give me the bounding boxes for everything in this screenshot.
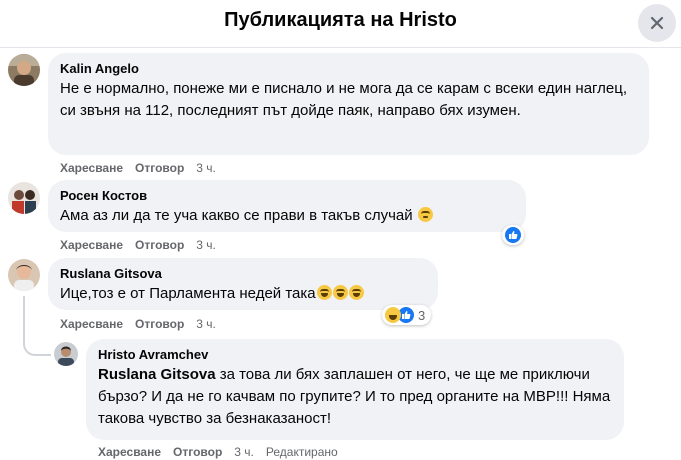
laughing-face-icon (316, 285, 332, 300)
reaction-summary[interactable] (502, 225, 524, 245)
comment-bubble: Hristo Avramchev Ruslana Gitsova за това… (86, 339, 624, 440)
reply-action[interactable]: Отговор (135, 317, 184, 331)
like-reaction-icon (505, 227, 521, 243)
comment-author[interactable]: Hristo Avramchev (98, 347, 612, 363)
comment-text: Не е нормално, понеже ми е писнало и не … (60, 80, 628, 119)
reply-action[interactable]: Отговор (135, 161, 184, 175)
comment-actions: Харесване Отговор 3 ч. Редактирано (98, 445, 338, 459)
comment-text-content: Ама аз ли да те уча какво се прави в так… (60, 207, 413, 224)
comment-time[interactable]: 3 ч. (234, 445, 254, 459)
comment-bubble: Росен Костов Ама аз ли да те уча какво с… (48, 180, 526, 232)
comment-author[interactable]: Росен Костов (60, 188, 514, 204)
reply-action[interactable]: Отговор (135, 238, 184, 252)
comment-time[interactable]: 3 ч. (196, 161, 216, 175)
comment-actions: Харесване Отговор 3 ч. (60, 161, 216, 175)
comment-text: Ruslana Gitsova за това ли бях заплашен … (98, 364, 612, 430)
comment-time[interactable]: 3 ч. (196, 238, 216, 252)
comment-text: Ама аз ли да те уча какво се прави в так… (60, 205, 514, 227)
avatar[interactable] (8, 259, 40, 291)
reply-thread-line (23, 296, 51, 356)
close-icon (650, 16, 664, 30)
reaction-summary[interactable]: 3 (382, 305, 432, 325)
like-action[interactable]: Харесване (60, 161, 123, 175)
edited-label[interactable]: Редактирано (266, 445, 338, 459)
avatar[interactable] (8, 54, 40, 86)
avatar[interactable] (8, 182, 40, 214)
avatar[interactable] (54, 342, 78, 366)
comment-actions: Харесване Отговор 3 ч. (60, 317, 216, 331)
comment-bubble: Kalin Angelo Не е нормално, понеже ми е … (48, 53, 649, 155)
mention-link[interactable]: Ruslana Gitsova (98, 366, 216, 383)
comment-author[interactable]: Ruslana Gitsova (60, 266, 426, 282)
comment-time[interactable]: 3 ч. (196, 317, 216, 331)
like-action[interactable]: Харесване (60, 317, 123, 331)
comment-text-content: Ице,тоз е от Парламента недей така (60, 285, 316, 302)
comment-actions: Харесване Отговор 3 ч. (60, 238, 216, 252)
comment-text: Ице,тоз е от Парламента недей така (60, 283, 426, 305)
like-action[interactable]: Харесване (60, 238, 123, 252)
haha-reaction-icon (385, 307, 401, 323)
comment-bubble: Ruslana Gitsova Ице,тоз е от Парламента … (48, 258, 438, 310)
laughing-face-icon (348, 285, 364, 300)
reaction-count: 3 (418, 307, 426, 323)
dialog-title: Публикацията на Hristo (224, 9, 457, 31)
reply-action[interactable]: Отговор (173, 445, 222, 459)
like-action[interactable]: Харесване (98, 445, 161, 459)
dialog-header: Публикацията на Hristo (0, 0, 681, 48)
comment-author[interactable]: Kalin Angelo (60, 61, 637, 77)
laughing-face-icon (332, 285, 348, 300)
thinking-face-icon (417, 207, 433, 222)
close-button[interactable] (638, 4, 676, 42)
